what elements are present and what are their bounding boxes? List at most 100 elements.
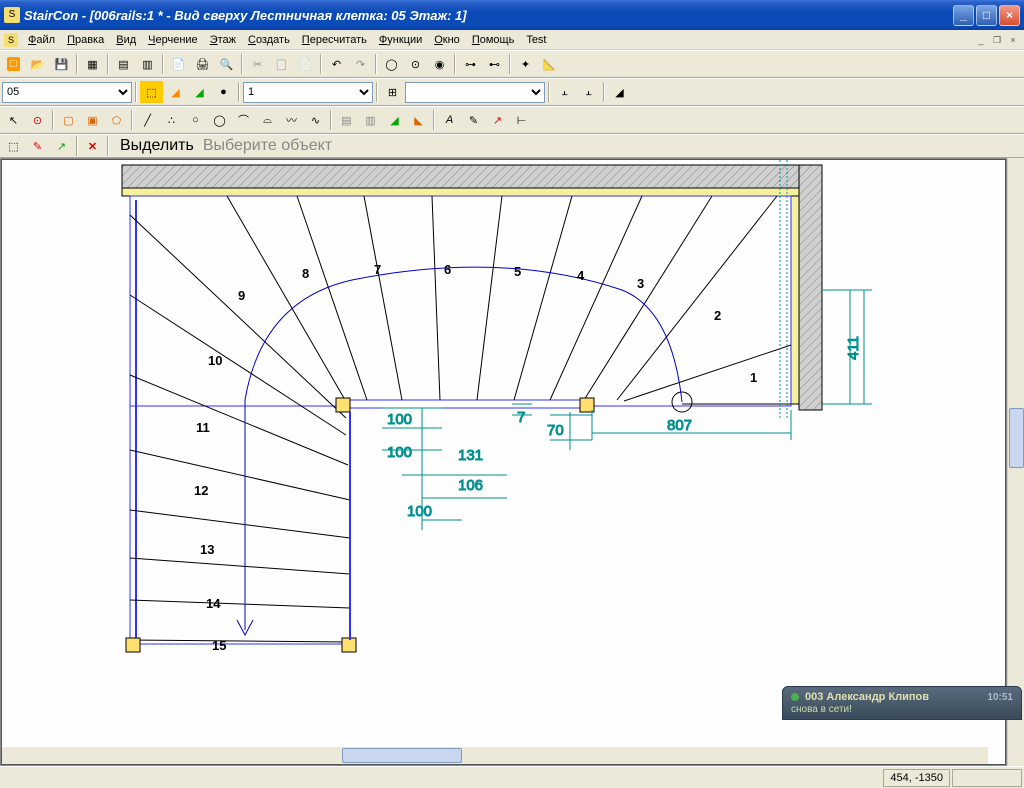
mdi-restore[interactable]: ❐ — [990, 33, 1004, 47]
menu-file[interactable]: Файл — [22, 32, 61, 48]
horizontal-scrollbar[interactable] — [2, 747, 988, 764]
doc-button[interactable]: 📄 — [167, 53, 190, 75]
layer4-button[interactable]: ● — [212, 81, 235, 103]
menu-bar: S Файл Правка Вид Черчение Этаж Создать … — [0, 30, 1024, 50]
svg-text:4: 4 — [577, 268, 585, 283]
sel3[interactable]: ↗ — [50, 135, 73, 157]
layer3-button[interactable]: ◢ — [188, 81, 211, 103]
online-dot-icon — [791, 693, 799, 701]
menu-window[interactable]: Окно — [428, 32, 466, 48]
menu-floor[interactable]: Этаж — [204, 32, 242, 48]
mdi-minimize[interactable]: _ — [974, 33, 988, 47]
svg-text:7: 7 — [517, 409, 525, 426]
arc2-tool[interactable]: ⌓ — [256, 109, 279, 131]
svg-text:106: 106 — [458, 477, 483, 494]
misc-button[interactable]: ◢ — [608, 81, 631, 103]
menu-recalc[interactable]: Пересчитать — [296, 32, 373, 48]
svg-text:100: 100 — [387, 411, 412, 428]
circ-tool[interactable]: ○ — [184, 109, 207, 131]
svg-text:11: 11 — [196, 420, 210, 435]
snap2-button[interactable]: ⊷ — [483, 53, 506, 75]
stair3-tool[interactable]: ◢ — [383, 109, 406, 131]
app-icon: S — [4, 7, 20, 23]
layer2-button[interactable]: ◢ — [164, 81, 187, 103]
notification-toast[interactable]: 003 Александр Клипов 10:51 снова в сети! — [782, 686, 1022, 720]
text-tool[interactable]: A — [438, 109, 461, 131]
circle1-button[interactable]: ◯ — [380, 53, 403, 75]
new-button[interactable]: □ — [2, 53, 25, 75]
stair1-tool[interactable]: ▤ — [335, 109, 358, 131]
edit-tool[interactable]: ✎ — [462, 109, 485, 131]
cut-button[interactable]: ✂ — [246, 53, 269, 75]
stair2-tool[interactable]: ▥ — [359, 109, 382, 131]
ortho-button[interactable]: ⊞ — [381, 81, 404, 103]
arc-tool[interactable]: ⌒ — [232, 109, 255, 131]
floor-combo[interactable]: 05 — [2, 82, 132, 103]
line-tool[interactable]: ╱ — [136, 109, 159, 131]
drawing-canvas[interactable]: 411 807 100 100 131 106 100 7 — [1, 159, 1006, 765]
stair4-tool[interactable]: ◣ — [407, 109, 430, 131]
notif-body: снова в сети! — [791, 704, 1013, 715]
notif-title: 003 Александр Клипов — [805, 691, 929, 703]
minimize-button[interactable]: _ — [953, 5, 974, 26]
circle2-button[interactable]: ⊙ — [404, 53, 427, 75]
mdi-close[interactable]: × — [1006, 33, 1020, 47]
grid-button[interactable]: ▦ — [81, 53, 104, 75]
snap1-button[interactable]: ⊶ — [459, 53, 482, 75]
sel2[interactable]: ✎ — [26, 135, 49, 157]
sel1[interactable]: ⬚ — [2, 135, 25, 157]
toolbar-select: ⬚ ✎ ↗ ✕ Выделить Выберите объект — [0, 134, 1024, 158]
print-button[interactable]: 🖨 — [191, 53, 214, 75]
menu-edit[interactable]: Правка — [61, 32, 110, 48]
title-bar: S StairCon - [006rails:1 * - Вид сверху … — [0, 0, 1024, 30]
menu-test[interactable]: Test — [520, 32, 552, 48]
cross-button[interactable]: ✦ — [514, 53, 537, 75]
del-button[interactable]: ✕ — [81, 135, 104, 157]
circ2-tool[interactable]: ◯ — [208, 109, 231, 131]
poly-tool[interactable]: ⬠ — [105, 109, 128, 131]
paste-button[interactable]: 📄 — [294, 53, 317, 75]
menu-help[interactable]: Помощь — [466, 32, 521, 48]
save-button[interactable]: 💾 — [50, 53, 73, 75]
table-button[interactable]: ▤ — [112, 53, 135, 75]
angle-button[interactable]: 📐 — [538, 53, 561, 75]
dim-tool[interactable]: ⊢ — [510, 109, 533, 131]
maximize-button[interactable]: □ — [976, 5, 997, 26]
select-mode-label: Выделить — [112, 137, 202, 155]
undo-button[interactable]: ↶ — [325, 53, 348, 75]
svg-text:2: 2 — [714, 308, 721, 323]
level-combo[interactable]: 1 — [243, 82, 373, 103]
mdi-icon[interactable]: S — [4, 33, 18, 47]
close-button[interactable]: × — [999, 5, 1020, 26]
select-tool[interactable]: ↖ — [2, 109, 25, 131]
vertical-scrollbar[interactable] — [1007, 158, 1024, 766]
pan-tool[interactable]: ⊙ — [26, 109, 49, 131]
rect2-tool[interactable]: ▣ — [81, 109, 104, 131]
layer1-button[interactable]: ⬚ — [140, 81, 163, 103]
rect-tool[interactable]: ▢ — [57, 109, 80, 131]
svg-text:8: 8 — [302, 266, 309, 281]
menu-func[interactable]: Функции — [373, 32, 428, 48]
svg-text:5: 5 — [514, 264, 521, 279]
svg-text:10: 10 — [208, 353, 222, 368]
preview-button[interactable]: 🔍 — [215, 53, 238, 75]
menu-draw[interactable]: Черчение — [142, 32, 204, 48]
curve-tool[interactable]: 〰 — [280, 109, 303, 131]
svg-text:12: 12 — [194, 483, 208, 498]
redo-button[interactable]: ↷ — [349, 53, 372, 75]
menu-create[interactable]: Создать — [242, 32, 296, 48]
spline-tool[interactable]: ∿ — [304, 109, 327, 131]
coords-cell: 454, -1350 — [883, 769, 950, 787]
copy-button[interactable]: 📋 — [270, 53, 293, 75]
align-right[interactable]: ⫠ — [577, 81, 600, 103]
toolbar-secondary: 05 ⬚ ◢ ◢ ● 1 ⊞ ⫠ ⫠ ◢ — [0, 78, 1024, 106]
menu-view[interactable]: Вид — [110, 32, 142, 48]
dot-tool[interactable]: ∴ — [160, 109, 183, 131]
measure-tool[interactable]: ↗ — [486, 109, 509, 131]
list-button[interactable]: ▥ — [136, 53, 159, 75]
circle3-button[interactable]: ◉ — [428, 53, 451, 75]
open-button[interactable]: 📂 — [26, 53, 49, 75]
align-left[interactable]: ⫠ — [553, 81, 576, 103]
svg-text:100: 100 — [407, 503, 432, 520]
style-combo[interactable] — [405, 82, 545, 103]
